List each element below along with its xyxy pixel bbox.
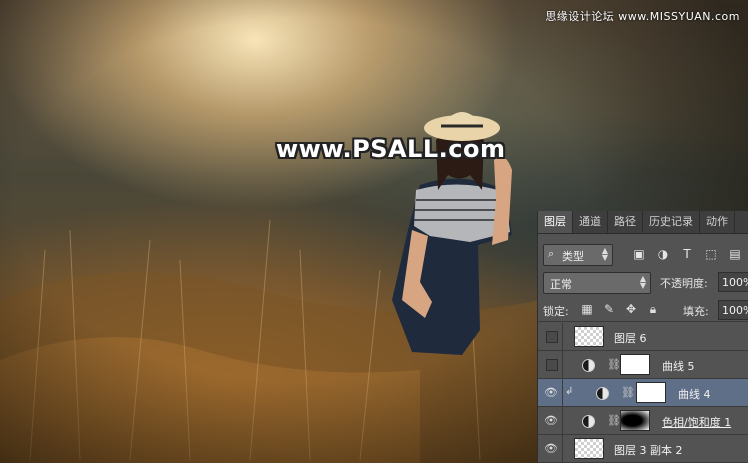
blend-mode-label: 正常 <box>550 278 572 291</box>
type-filter-icon[interactable]: T <box>680 247 694 261</box>
site-watermark-top: 思缘设计论坛 www.MISSYUAN.com <box>545 10 740 23</box>
filter-kind-select[interactable]: ⌕ 类型 ▲ ▼ <box>543 244 613 266</box>
layer-name: 曲线 4 <box>678 388 711 401</box>
divider <box>562 351 563 378</box>
layer-thumbnail <box>574 326 604 347</box>
layer-filter-row: ⌕ 类型 ▲ ▼ ▣ ◑ T ⬚ ▤ <box>538 243 748 267</box>
fill-label: 填充: <box>683 305 709 318</box>
eye-icon[interactable]: 👁︎ <box>544 414 558 428</box>
filter-kind-label: 类型 <box>562 250 584 263</box>
layer-row[interactable]: 👁︎ 图层 3 副本 2 <box>538 435 748 463</box>
layer-thumbnail <box>574 438 604 459</box>
tab-paths[interactable]: 路径 <box>608 211 643 233</box>
lock-image-brush-icon[interactable]: ✎ <box>602 302 616 316</box>
layer-row[interactable]: ⛓ 曲线 5 <box>538 351 748 379</box>
lock-position-move-icon[interactable]: ✥ <box>624 302 638 316</box>
blend-mode-select[interactable]: 正常 ▲ ▼ <box>543 272 651 294</box>
visibility-toggle[interactable] <box>546 331 558 343</box>
layer-name: 图层 6 <box>614 332 647 345</box>
opacity-input[interactable]: 100% <box>718 272 748 292</box>
layer-row[interactable]: 👁︎ ⛓ 色相/饱和度 1 <box>538 407 748 435</box>
divider <box>562 407 563 434</box>
shape-filter-icon[interactable]: ⬚ <box>704 247 718 261</box>
layers-panel: 图层 通道 路径 历史记录 动作 ⌕ 类型 ▲ ▼ ▣ ◑ T ⬚ ▤ 正常 ▲ ▼… <box>537 211 748 463</box>
lock-all-icon[interactable]: 🔒︎ <box>646 302 660 316</box>
curves-adjustment-icon <box>596 387 609 400</box>
link-chain-icon[interactable]: ⛓ <box>607 414 621 427</box>
visibility-toggle[interactable] <box>546 359 558 371</box>
hue-saturation-adjustment-icon <box>582 415 595 428</box>
select-arrows-icon: ▲ ▼ <box>601 246 608 262</box>
tab-layers[interactable]: 图层 <box>538 211 573 233</box>
lock-row: 锁定: ▦ ✎ ✥ 🔒︎ 填充: 100% <box>538 299 748 322</box>
divider <box>562 379 563 406</box>
layer-row-selected[interactable]: 👁︎ ↲ ⛓ 曲线 4 <box>538 379 748 407</box>
adjustment-filter-icon[interactable]: ◑ <box>656 247 670 261</box>
tab-channels[interactable]: 通道 <box>573 211 608 233</box>
eye-icon[interactable]: 👁︎ <box>544 442 558 456</box>
psall-watermark: www.PSALL.com <box>276 135 506 163</box>
layer-name: 曲线 5 <box>662 360 695 373</box>
divider <box>562 435 563 462</box>
eye-icon[interactable]: 👁︎ <box>544 386 558 400</box>
layer-row[interactable]: 图层 6 <box>538 323 748 351</box>
layer-mask-thumbnail <box>620 354 650 375</box>
link-chain-icon[interactable]: ⛓ <box>607 358 621 371</box>
tab-history[interactable]: 历史记录 <box>643 211 700 233</box>
layer-mask-thumbnail <box>636 382 666 403</box>
curves-adjustment-icon <box>582 359 595 372</box>
opacity-label: 不透明度: <box>660 277 708 290</box>
lock-label: 锁定: <box>543 305 569 318</box>
layer-name: 图层 3 副本 2 <box>614 444 683 457</box>
fill-input[interactable]: 100% <box>718 300 748 320</box>
select-arrows-icon: ▲ ▼ <box>639 274 646 290</box>
link-chain-icon[interactable]: ⛓ <box>621 386 635 399</box>
layer-name: 色相/饱和度 1 <box>662 416 732 429</box>
blend-row: 正常 ▲▼ 不透明度: 100% <box>538 271 748 294</box>
lock-transparency-icon[interactable]: ▦ <box>580 302 594 316</box>
divider <box>562 323 563 350</box>
layer-mask-thumbnail <box>620 410 650 431</box>
search-icon: ⌕ <box>548 247 555 260</box>
smart-object-filter-icon[interactable]: ▤ <box>728 247 742 261</box>
clipping-mask-icon: ↲ <box>565 386 574 397</box>
tab-actions[interactable]: 动作 <box>700 211 735 233</box>
image-filter-icon[interactable]: ▣ <box>632 247 646 261</box>
panel-tab-bar: 图层 通道 路径 历史记录 动作 <box>538 211 748 234</box>
